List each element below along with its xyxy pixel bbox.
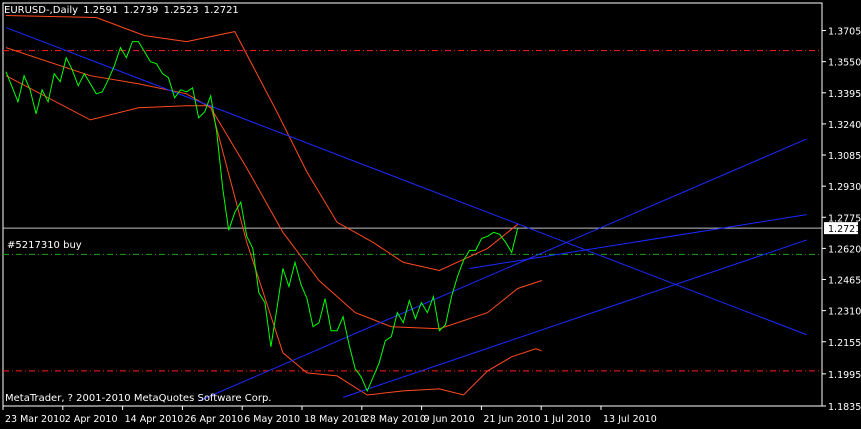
x-tick-label: 1 Jul 2010 — [543, 414, 591, 425]
close-value: 1.2721 — [203, 5, 239, 16]
y-tick-label: 1.2310 — [828, 307, 861, 318]
y-tick-label: 1.2465 — [828, 276, 861, 287]
trendline[interactable] — [469, 214, 807, 269]
y-tick-label: 1.3395 — [828, 89, 861, 100]
envelope-band-line — [5, 15, 519, 272]
y-tick-label: 1.1835 — [828, 402, 861, 413]
y-tick-label: 1.3085 — [828, 151, 861, 162]
price-line — [5, 41, 519, 393]
open-value: 1.2591 — [83, 5, 119, 16]
axes: 1.3705 1.3550 1.3395 1.3240 1.3085 1.2930 1.27… — [2, 27, 861, 425]
current-price-label: 1.2721 — [828, 224, 861, 235]
y-tick-label: 1.2620 — [828, 244, 861, 255]
envelope-band-line — [5, 47, 542, 330]
trendline[interactable] — [5, 27, 807, 336]
x-tick-label: 26 Apr 2010 — [184, 414, 243, 425]
price-series — [5, 41, 519, 393]
low-value: 1.2523 — [163, 5, 199, 16]
y-tick-label: 1.3240 — [828, 120, 861, 131]
envelope-bands — [5, 15, 542, 396]
x-tick-label: 18 May 2010 — [304, 414, 366, 425]
x-tick-label: 6 May 2010 — [244, 414, 300, 425]
chart-header: EURUSD-,Daily 1.2591 1.2739 1.2523 1.272… — [4, 5, 241, 16]
trendlines[interactable] — [5, 27, 807, 402]
x-tick-label: 9 Jun 2010 — [424, 414, 475, 425]
order-label[interactable]: #5217310 buy — [7, 240, 82, 251]
high-value: 1.2739 — [123, 5, 159, 16]
envelope-band-line — [5, 75, 542, 396]
x-tick-label: 21 Jun 2010 — [483, 414, 540, 425]
x-tick-label: 14 Apr 2010 — [125, 414, 184, 425]
y-tick-label: 1.2155 — [828, 338, 861, 349]
x-tick-label: 13 Jul 2010 — [603, 414, 657, 425]
horizontal-levels[interactable] — [3, 50, 822, 372]
chart-window[interactable]: 1.3705 1.3550 1.3395 1.3240 1.3085 1.2930 1.27… — [0, 0, 861, 425]
y-tick-label: 1.2930 — [828, 182, 861, 193]
x-tick-label: 28 May 2010 — [364, 414, 426, 425]
y-tick-label: 1.3550 — [828, 58, 861, 69]
copyright-text: MetaTrader, ? 2001-2010 MetaQuotes Softw… — [5, 393, 272, 404]
axis-frame — [2, 2, 823, 407]
trendline[interactable] — [342, 239, 807, 398]
x-tick-label: 23 Mar 2010 — [5, 414, 65, 425]
x-tick-label: 2 Apr 2010 — [65, 414, 118, 425]
chart-svg[interactable]: 1.3705 1.3550 1.3395 1.3240 1.3085 1.2930 1.27… — [0, 0, 861, 425]
y-tick-label: 1.3705 — [828, 27, 861, 38]
symbol-label: EURUSD-,Daily — [4, 5, 79, 16]
y-tick-label: 1.1995 — [828, 370, 861, 381]
plot-frame — [2, 2, 823, 407]
